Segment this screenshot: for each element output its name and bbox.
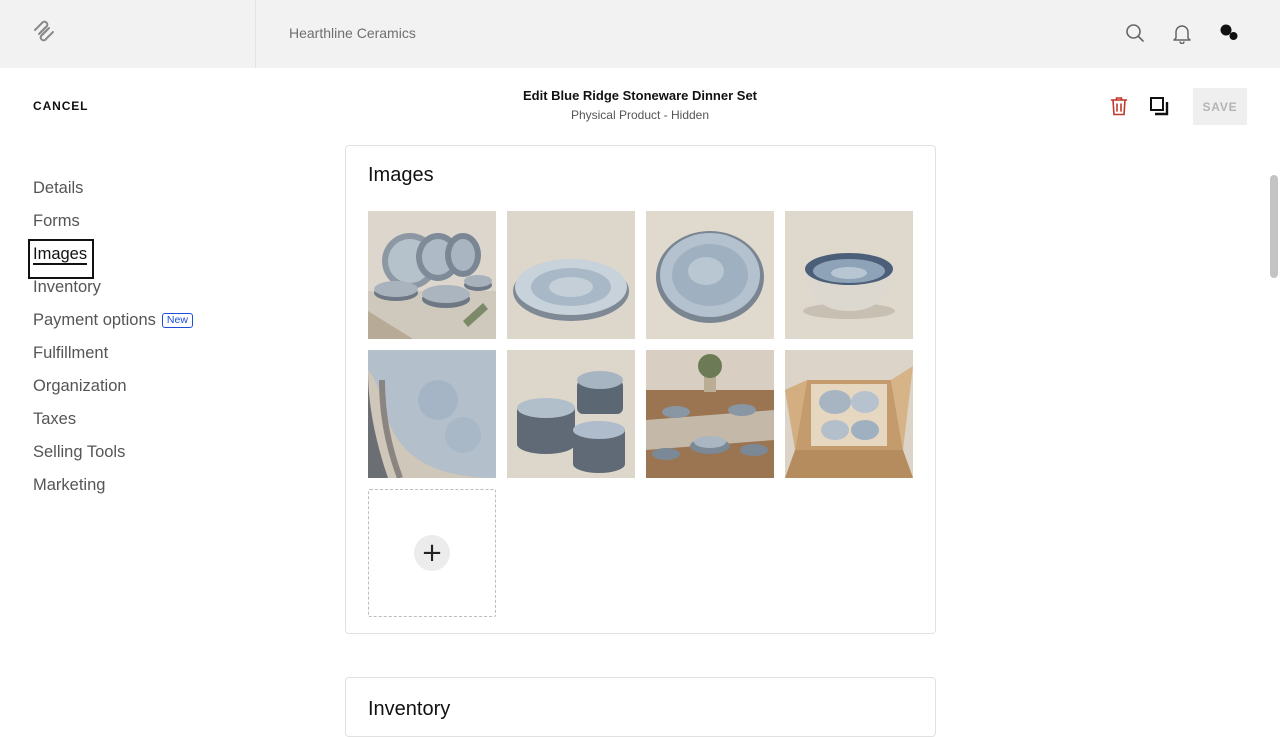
top-bar: Hearthline Ceramics (0, 0, 1280, 68)
page-scrollbar[interactable] (1270, 175, 1278, 278)
product-image-thumbnail[interactable] (785, 211, 913, 339)
product-image-thumbnail[interactable] (646, 350, 774, 478)
nav-item-label: Inventory (33, 278, 101, 296)
table-setting-image (646, 350, 774, 478)
nav-item-details[interactable]: Details (33, 172, 193, 205)
logo-cell (0, 0, 256, 68)
glaze-closeup-image (368, 350, 496, 478)
nav-item-payment-options[interactable]: Payment options New (33, 304, 193, 337)
account-icon[interactable] (1218, 22, 1240, 44)
add-image-button[interactable]: + (368, 489, 496, 617)
page-title: Edit Blue Ridge Stoneware Dinner Set (522, 88, 758, 103)
inventory-card-title: Inventory (368, 698, 451, 720)
nav-item-label: Marketing (33, 476, 106, 494)
nav-item-forms[interactable]: Forms (33, 205, 193, 238)
plate-top-view-image (646, 211, 774, 339)
nav-item-label: Selling Tools (33, 443, 126, 461)
trash-icon[interactable] (1108, 95, 1130, 117)
packaged-box-image (785, 350, 913, 478)
page-subtitle: Physical Product - Hidden (570, 108, 710, 122)
stacked-plates-image (368, 211, 496, 339)
product-image-thumbnail[interactable] (368, 211, 496, 339)
plate-stack-image (507, 350, 635, 478)
nav-item-taxes[interactable]: Taxes (33, 403, 193, 436)
single-plate-image (507, 211, 635, 339)
product-image-thumbnail[interactable] (785, 350, 913, 478)
search-icon[interactable] (1124, 22, 1146, 44)
images-card: Images + (345, 145, 936, 634)
product-image-thumbnail[interactable] (368, 350, 496, 478)
nav-item-fulfillment[interactable]: Fulfillment (33, 337, 193, 370)
section-nav: Details Forms Images Inventory Payment o… (28, 172, 193, 502)
nav-item-selling-tools[interactable]: Selling Tools (33, 436, 193, 469)
product-image-thumbnail[interactable] (507, 211, 635, 339)
nav-item-label: Taxes (33, 410, 77, 428)
duplicate-icon[interactable] (1148, 95, 1170, 117)
cancel-button[interactable]: CANCEL (33, 99, 88, 113)
nav-item-organization[interactable]: Organization (33, 370, 193, 403)
nav-item-marketing[interactable]: Marketing (33, 469, 193, 502)
save-button[interactable]: SAVE (1193, 88, 1247, 125)
images-card-title: Images (368, 164, 434, 186)
product-image-thumbnail[interactable] (646, 211, 774, 339)
plus-icon: + (414, 535, 450, 571)
nav-item-label: Forms (33, 212, 80, 230)
bell-icon[interactable] (1171, 22, 1193, 44)
nav-item-images[interactable]: Images (28, 238, 193, 279)
squarespace-logo-icon[interactable] (32, 19, 56, 43)
nav-item-label: Fulfillment (33, 344, 109, 362)
product-image-thumbnail[interactable] (507, 350, 635, 478)
inventory-card: Inventory (345, 677, 936, 737)
nav-item-label: Payment options (33, 311, 156, 329)
new-badge: New (161, 313, 193, 328)
nav-item-inventory[interactable]: Inventory (33, 271, 193, 304)
nav-item-label: Details (33, 179, 84, 197)
site-name[interactable]: Hearthline Ceramics (289, 25, 416, 41)
page-header: Edit Blue Ridge Stoneware Dinner Set Phy… (440, 88, 840, 122)
bowl-image (785, 211, 913, 339)
nav-item-label: Organization (33, 377, 127, 395)
